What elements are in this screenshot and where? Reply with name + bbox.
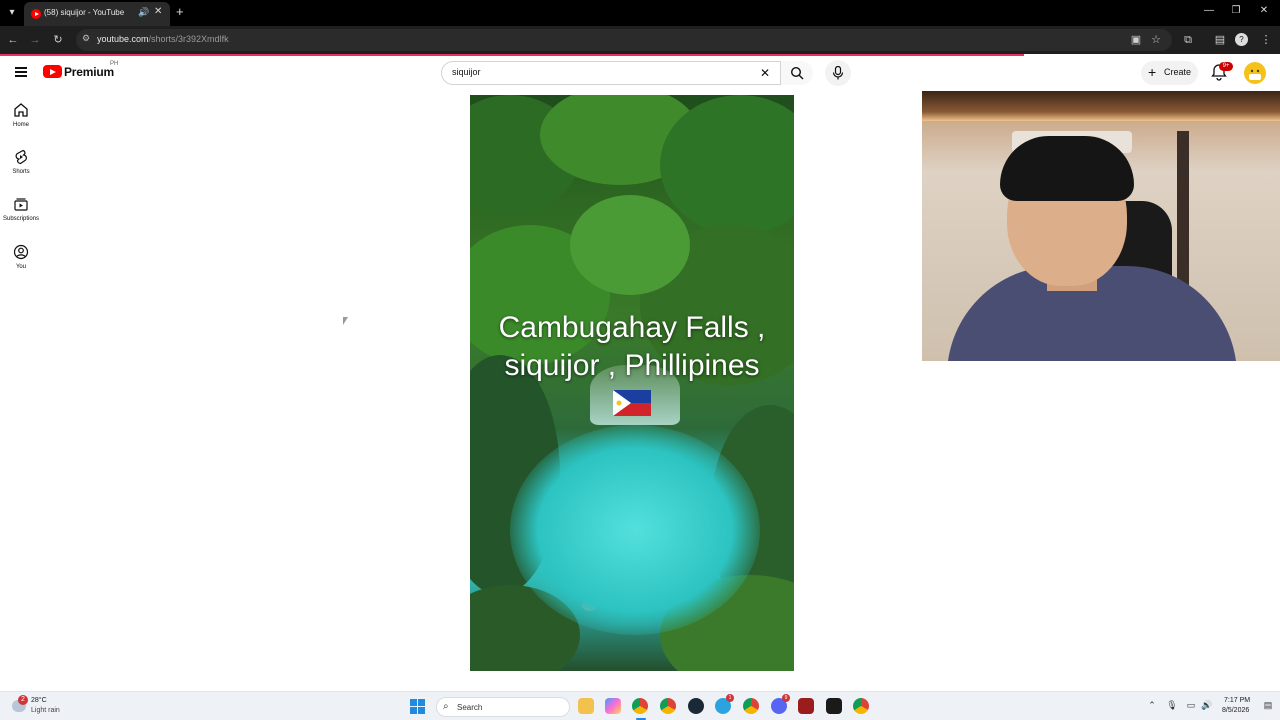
tab-search-icon[interactable]: ▾ [4,5,20,21]
windows-taskbar: 2 28°C Light rain ⌕ Search 1 9 ⌃ 🎙 ▭ 🔊 7… [0,691,1280,720]
create-button[interactable]: + Create [1141,61,1198,85]
search-input[interactable]: siquijor ✕ [441,61,781,85]
forward-icon[interactable]: → [27,32,43,48]
reload-icon[interactable]: ↻ [50,32,66,48]
chrome-app-icon[interactable] [743,698,759,714]
youtube-brand[interactable]: Premium [64,65,114,79]
volume-icon[interactable]: 🔊 [1201,700,1213,711]
network-icon[interactable]: ▭ [1185,700,1197,711]
plus-icon: + [1148,64,1157,80]
new-tab-icon[interactable]: + [176,4,184,19]
site-info-icon[interactable]: ⚙ [82,33,90,44]
chrome-app2-icon[interactable] [853,698,869,714]
file-explorer-icon[interactable] [578,698,594,714]
start-button-icon[interactable] [410,699,425,714]
clock-time[interactable]: 7:17 PM [1224,697,1250,704]
philippines-flag-icon [613,390,651,416]
search-query[interactable]: siquijor [452,67,481,77]
guide-label-home: Home [12,122,29,128]
account-icon [13,244,29,260]
notification-count-badge: 9+ [1219,62,1233,71]
video-caption: Cambugahay Falls , siquijor , Phillipine… [470,309,794,385]
guide-item-home[interactable]: Home [0,102,42,128]
clock-date[interactable]: 8/5/2026 [1222,707,1249,714]
country-code: PH [110,61,119,67]
bookmark-star-icon[interactable]: ☆ [1148,32,1164,48]
clear-search-icon[interactable]: ✕ [760,66,770,80]
person-hair [1000,136,1134,201]
address-bar[interactable]: ⚙ youtube.com/shorts/3r392Xmdlfk ▣ ☆ [76,29,1172,51]
install-app-icon[interactable]: ▣ [1128,32,1144,48]
tray-overflow-icon[interactable]: ⌃ [1146,700,1158,711]
ceiling-light [922,91,1280,121]
copilot-icon[interactable] [605,698,621,714]
chrome-menu-icon[interactable]: ⋮ [1258,32,1274,48]
turquoise-pool [510,425,760,635]
guide-label-you: You [15,264,27,270]
extensions-icon[interactable]: ⧉ [1180,32,1196,48]
create-label: Create [1164,67,1192,77]
taskbar-search-icon: ⌕ [443,701,449,712]
discord-badge: 9 [782,694,790,702]
url-path: /shorts/3r392Xmdlfk [148,34,229,44]
dota-icon[interactable] [798,698,814,714]
screen: ▾ (58) siquijor - YouTube 🔊 ✕ + — ❐ ✕ ← … [0,0,1280,720]
sidebar-icon[interactable]: ▤ [1212,32,1228,48]
minimize-icon[interactable]: — [1201,5,1217,16]
search-button[interactable] [781,61,813,85]
youtube-masthead: Premium PH siquijor ✕ + Create [0,56,1280,90]
weather-description[interactable]: Light rain [31,707,60,714]
subscriptions-icon [14,198,28,211]
search-icon [790,66,804,80]
telegram-badge: 1 [726,694,734,702]
terminal-app-icon[interactable] [826,698,842,714]
steam-icon[interactable] [688,698,704,714]
guide-label-subscriptions: Subscriptions [2,216,40,222]
youtube-favicon-icon [31,9,41,19]
profile-icon[interactable]: ? [1235,33,1248,46]
window-close-icon[interactable]: ✕ [1256,5,1272,16]
notification-center-icon[interactable]: ▤ [1262,700,1274,711]
voice-search-button[interactable] [825,60,851,86]
weather-alert-badge: 2 [18,695,28,705]
shorts-video-player[interactable]: Cambugahay Falls , siquijor , Phillipine… [470,95,794,671]
tab-title: (58) siquijor - YouTube [44,8,125,17]
weather-temperature[interactable]: 28°C [31,697,47,704]
browser-toolbar: ← → ↻ ⚙ youtube.com/shorts/3r392Xmdlfk ▣… [0,26,1280,54]
youtube-logo-icon[interactable] [43,65,62,78]
caption-line-1: Cambugahay Falls , [498,311,766,344]
guide-item-shorts[interactable]: Shorts [0,149,42,175]
mouse-cursor [343,317,348,325]
browser-tab-youtube[interactable]: (58) siquijor - YouTube 🔊 ✕ [24,2,170,26]
taskbar-search-label: Search [457,703,483,712]
microphone-icon [832,66,844,80]
url-domain: youtube.com [97,34,149,44]
taskbar-search[interactable]: ⌕ Search [436,697,570,717]
guide-menu-icon[interactable] [15,67,27,77]
webcam-overlay [922,91,1280,361]
chrome-profile-icon[interactable] [660,698,676,714]
tab-close-icon[interactable]: ✕ [154,6,162,17]
account-avatar[interactable] [1244,62,1266,84]
back-icon[interactable]: ← [5,32,21,48]
guide-item-you[interactable]: You [0,244,42,270]
guide-item-subscriptions[interactable]: Subscriptions [0,196,42,222]
browser-tab-strip: ▾ (58) siquijor - YouTube 🔊 ✕ + — ❐ ✕ [0,0,1280,26]
url-text[interactable]: youtube.com/shorts/3r392Xmdlfk [97,34,229,44]
masked-face-icon [1249,69,1261,80]
shorts-icon [15,149,27,165]
guide-label-shorts: Shorts [12,169,30,175]
restore-icon[interactable]: ❐ [1228,5,1244,16]
chrome-icon[interactable] [632,698,648,714]
home-icon [14,103,28,117]
tab-audio-icon[interactable]: 🔊 [138,7,149,18]
microphone-tray-icon[interactable]: 🎙 [1166,700,1178,711]
caption-line-2: siquijor , Phillipines [504,349,760,382]
